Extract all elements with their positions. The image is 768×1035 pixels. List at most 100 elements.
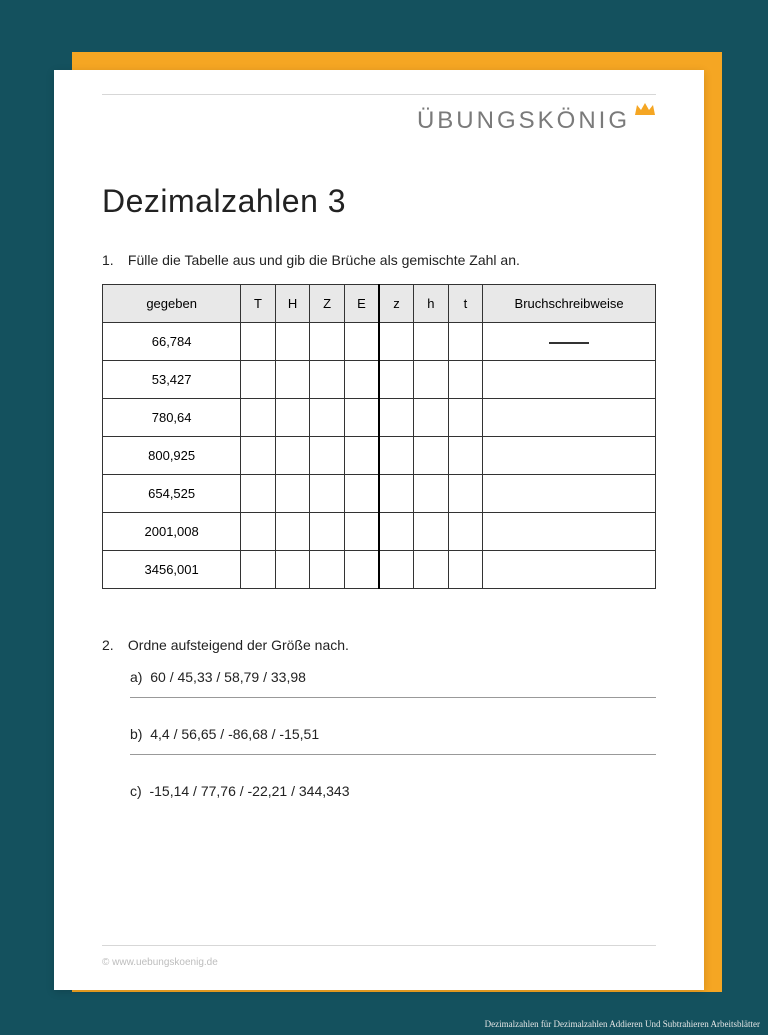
cell-given: 780,64 xyxy=(103,399,241,437)
cell-given: 3456,001 xyxy=(103,551,241,589)
sub-label: a) xyxy=(130,669,142,685)
cell xyxy=(241,475,276,513)
cell xyxy=(241,437,276,475)
dash-placeholder xyxy=(549,342,589,344)
cell xyxy=(379,513,414,551)
col-h2: h xyxy=(414,285,449,323)
cell xyxy=(310,361,345,399)
cell xyxy=(275,399,310,437)
sub-label: b) xyxy=(130,726,142,742)
cell-given: 53,427 xyxy=(103,361,241,399)
cell xyxy=(414,551,449,589)
worksheet-page: ÜBUNGSKÖNIG Dezimalzahlen 3 1. Fülle die… xyxy=(54,70,704,990)
cell-given: 800,925 xyxy=(103,437,241,475)
col-E: E xyxy=(344,285,379,323)
cell xyxy=(414,513,449,551)
crown-icon xyxy=(634,101,656,122)
cell xyxy=(241,551,276,589)
cell xyxy=(414,475,449,513)
cell xyxy=(344,399,379,437)
cell xyxy=(275,475,310,513)
cell xyxy=(344,475,379,513)
cell xyxy=(344,361,379,399)
cell xyxy=(448,361,483,399)
cell xyxy=(310,513,345,551)
brand-logo: ÜBUNGSKÖNIG xyxy=(417,107,656,135)
task2-prompt: 2. Ordne aufsteigend der Größe nach. xyxy=(102,637,656,653)
cell xyxy=(241,361,276,399)
header-rule xyxy=(102,94,656,95)
cell xyxy=(414,437,449,475)
table-row: 66,784 xyxy=(103,323,656,361)
page-title: Dezimalzahlen 3 xyxy=(102,183,656,220)
cell-bruch xyxy=(483,551,656,589)
page-footer: © www.uebungskoenig.de xyxy=(102,945,656,970)
col-T: T xyxy=(241,285,276,323)
sub-values: 4,4 / 56,65 / -86,68 / -15,51 xyxy=(150,726,319,742)
col-t2: t xyxy=(448,285,483,323)
cell xyxy=(379,323,414,361)
cell xyxy=(241,323,276,361)
cell xyxy=(310,551,345,589)
copyright: © www.uebungskoenig.de xyxy=(102,957,218,968)
cell xyxy=(310,323,345,361)
task1-prompt: 1. Fülle die Tabelle aus und gib die Brü… xyxy=(102,252,656,268)
image-caption: Dezimalzahlen für Dezimalzahlen Addieren… xyxy=(485,1019,760,1029)
cell xyxy=(448,399,483,437)
cell xyxy=(379,551,414,589)
cell xyxy=(448,323,483,361)
cell-bruch xyxy=(483,323,656,361)
cell xyxy=(310,399,345,437)
decimal-table: gegeben T H Z E z h t Bruchschreibweise … xyxy=(102,284,656,589)
cell xyxy=(414,399,449,437)
cell xyxy=(344,513,379,551)
brand-row: ÜBUNGSKÖNIG xyxy=(102,107,656,135)
task1-number: 1. xyxy=(102,252,124,268)
cell xyxy=(275,361,310,399)
cell xyxy=(275,323,310,361)
cell-bruch xyxy=(483,513,656,551)
col-given: gegeben xyxy=(103,285,241,323)
cell xyxy=(344,551,379,589)
cell xyxy=(310,475,345,513)
cell-bruch xyxy=(483,475,656,513)
cell-given: 2001,008 xyxy=(103,513,241,551)
cell-bruch xyxy=(483,437,656,475)
cell xyxy=(275,513,310,551)
col-Z: Z xyxy=(310,285,345,323)
sub-label: c) xyxy=(130,783,142,799)
table-header-row: gegeben T H Z E z h t Bruchschreibweise xyxy=(103,285,656,323)
cell xyxy=(344,323,379,361)
task2-item: a) 60 / 45,33 / 58,79 / 33,98 xyxy=(130,669,656,685)
col-H: H xyxy=(275,285,310,323)
cell xyxy=(448,437,483,475)
table-row: 800,925 xyxy=(103,437,656,475)
cell xyxy=(310,437,345,475)
cell xyxy=(275,437,310,475)
cell-bruch xyxy=(483,399,656,437)
cell xyxy=(344,437,379,475)
cell xyxy=(448,475,483,513)
task2-item: b) 4,4 / 56,65 / -86,68 / -15,51 xyxy=(130,726,656,742)
table-row: 3456,001 xyxy=(103,551,656,589)
task2-text: Ordne aufsteigend der Größe nach. xyxy=(128,637,349,653)
cell xyxy=(379,399,414,437)
table-row: 53,427 xyxy=(103,361,656,399)
cell-given: 654,525 xyxy=(103,475,241,513)
task2-number: 2. xyxy=(102,637,124,653)
cell xyxy=(448,551,483,589)
table-row: 2001,008 xyxy=(103,513,656,551)
brand-text: ÜBUNGSKÖNIG xyxy=(417,107,630,135)
cell xyxy=(448,513,483,551)
answer-line xyxy=(130,697,656,698)
col-z2: z xyxy=(379,285,414,323)
cell xyxy=(414,361,449,399)
table-row: 780,64 xyxy=(103,399,656,437)
cell xyxy=(414,323,449,361)
cell-bruch xyxy=(483,361,656,399)
cell xyxy=(241,513,276,551)
footer-rule xyxy=(102,945,656,946)
sub-values: 60 / 45,33 / 58,79 / 33,98 xyxy=(150,669,306,685)
cell xyxy=(379,361,414,399)
table-row: 654,525 xyxy=(103,475,656,513)
